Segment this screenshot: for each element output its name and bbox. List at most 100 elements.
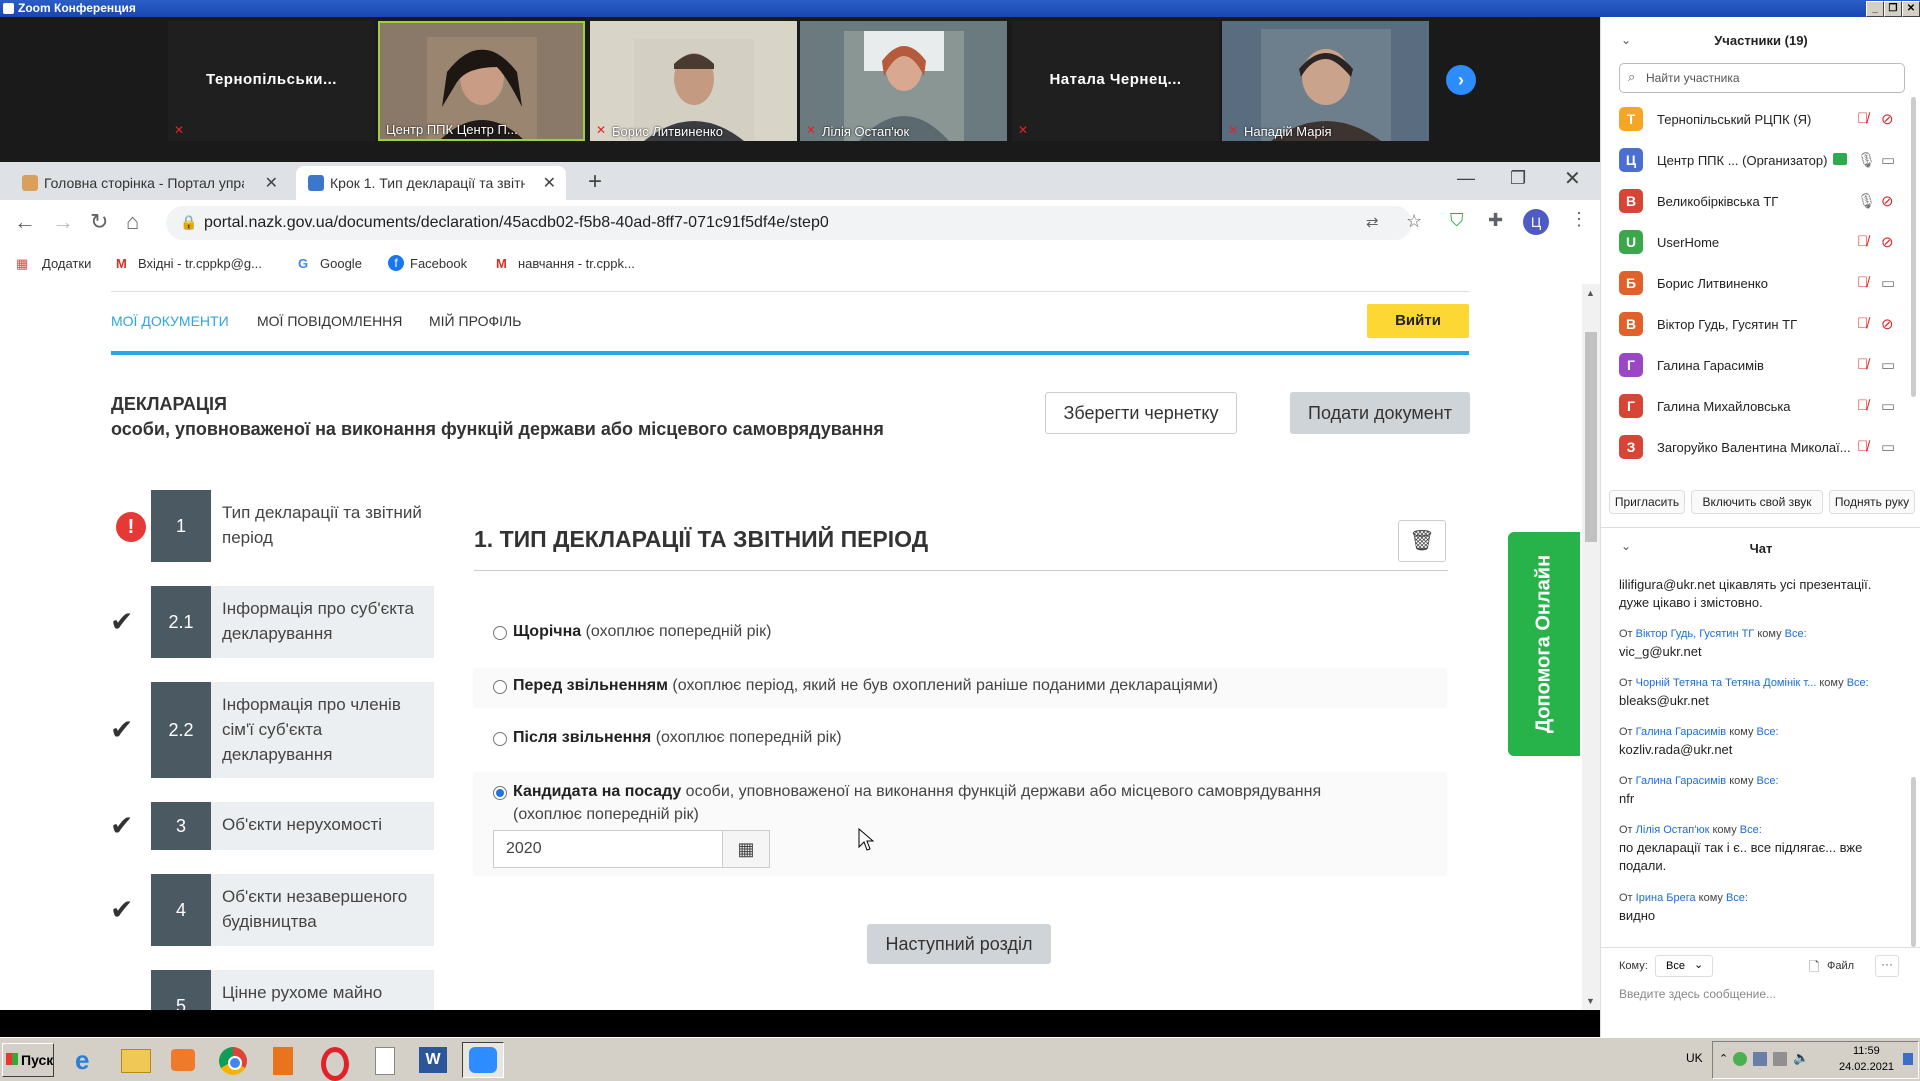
video-off-icon[interactable]: ⊘ (1881, 315, 1894, 333)
taskbar-notepad-icon[interactable] (362, 1042, 404, 1078)
step-2-2[interactable]: ✔ 2.2 Інформація про членів сім'ї суб'єк… (110, 682, 434, 778)
start-button[interactable]: Пуск (2, 1043, 54, 1077)
new-tab-button[interactable]: + (588, 168, 602, 196)
participant-row[interactable]: В Віктор Гудь, Гусятин ТГ 🎙̸ ⊘ (1601, 305, 1920, 346)
radio-annual[interactable] (493, 626, 507, 640)
trash-icon[interactable]: 🗑 (1398, 520, 1446, 562)
help-online-tab[interactable]: Допомога Онлайн (1508, 532, 1580, 756)
nav-my-documents[interactable]: МОЇ ДОКУМЕНТИ (111, 313, 229, 329)
scroll-up-icon[interactable]: ▲ (1586, 288, 1595, 298)
video-off-icon[interactable]: ⊘ (1881, 233, 1894, 251)
video-tile-4[interactable]: ✕ Лілія Остап'юк (800, 21, 1007, 141)
option-candidate[interactable]: Кандидата на посаду особи, уповноваженої… (473, 772, 1447, 876)
video-icon[interactable]: ▭ (1881, 274, 1895, 292)
step-4[interactable]: ✔ 4 Об'єкти незавершеного будівництва (110, 874, 434, 946)
option-before-dismissal[interactable]: Перед звільненням (охоплює період, який … (473, 668, 1447, 708)
restore-button[interactable]: ❐ (1884, 1, 1902, 17)
file-icon[interactable]: 🗋 (1809, 958, 1819, 980)
chat-input[interactable]: Введите здесь сообщение... (1619, 987, 1776, 1001)
minimize-button[interactable]: _ (1866, 1, 1884, 17)
home-icon[interactable]: ⌂ (126, 211, 139, 233)
next-videos-button[interactable]: › (1446, 65, 1476, 95)
bookmark-google[interactable]: Google (320, 256, 362, 271)
tray-expand-icon[interactable]: ⌃ (1719, 1052, 1728, 1065)
clock-date[interactable]: 24.02.2021 (1839, 1061, 1894, 1073)
bookmark-apps[interactable]: Додатки (42, 256, 91, 271)
video-off-icon[interactable]: ⊘ (1881, 192, 1894, 210)
taskbar-ie-icon[interactable]: e (66, 1042, 108, 1078)
taskbar-chrome-icon[interactable] (212, 1042, 254, 1078)
muted-mic-icon[interactable]: 🎙̸ (1857, 110, 1868, 127)
address-bar[interactable]: 🔒 portal.nazk.gov.ua/documents/declarati… (166, 206, 1422, 240)
tab-step1[interactable]: Крок 1. Тип декларації та звітн ✕ (296, 166, 566, 200)
radio-before-dismissal[interactable] (493, 680, 507, 694)
participant-row[interactable]: T Тернопільський РЦПК (Я) 🎙̸ ⊘ (1601, 100, 1920, 141)
video-tile-3[interactable]: ✕ Борис Литвиненко (590, 21, 797, 141)
clock-time[interactable]: 11:59 (1853, 1045, 1880, 1057)
taskbar-media-icon[interactable] (162, 1042, 204, 1078)
close-tab-icon[interactable]: ✕ (265, 173, 278, 193)
tray-volume-icon[interactable]: 🔈 (1793, 1050, 1809, 1066)
forward-icon[interactable]: → (52, 211, 74, 233)
scroll-down-icon[interactable]: ▼ (1586, 996, 1595, 1006)
invite-button[interactable]: Пригласить (1609, 490, 1685, 514)
sender-name[interactable]: Галина Гарасимів (1636, 726, 1726, 738)
exit-button[interactable]: Вийти (1367, 304, 1469, 338)
bookmark-inbox[interactable]: Вхідні - tr.cppkp@g... (138, 256, 262, 271)
bookmark-facebook[interactable]: Facebook (410, 256, 467, 271)
raise-hand-button[interactable]: Поднять руку (1829, 490, 1915, 514)
video-tile-2[interactable]: Центр ППК Центр П... (378, 21, 585, 141)
taskbar-opera-icon[interactable] (312, 1042, 354, 1081)
video-icon[interactable]: ▭ (1881, 151, 1895, 169)
sender-name[interactable]: Ірина Брега (1636, 892, 1696, 904)
taskbar-explorer-icon[interactable] (114, 1042, 156, 1078)
recipient-select[interactable]: Все ⌄ (1655, 955, 1713, 977)
radio-after-dismissal[interactable] (493, 732, 507, 746)
video-off-icon[interactable]: ⊘ (1881, 110, 1894, 128)
shield-extension-icon[interactable]: ⛉ (1450, 210, 1464, 231)
window-minimize-button[interactable]: — (1457, 168, 1475, 189)
participant-row[interactable]: Г Галина Михайловська 🎙̸ ▭ (1601, 387, 1920, 428)
reload-icon[interactable]: ↻ (90, 211, 108, 233)
muted-mic-icon[interactable]: 🎙̸ (1857, 233, 1868, 250)
participant-search-input[interactable]: ⌕ Найти участника (1619, 63, 1905, 93)
sender-name[interactable]: Віктор Гудь, Гусятин ТГ (1636, 628, 1755, 640)
more-options-icon[interactable]: ··· (1875, 955, 1899, 977)
close-button[interactable]: ✕ (1902, 1, 1920, 17)
menu-kebab-icon[interactable]: ⋮ (1570, 209, 1588, 230)
muted-mic-icon[interactable]: 🎙̸ (1857, 438, 1868, 455)
step-2-1[interactable]: ✔ 2.1 Інформація про суб'єкта декларуван… (110, 586, 434, 658)
option-annual[interactable]: Щорічна (охоплює попередній рік) (473, 616, 1447, 656)
nav-my-profile[interactable]: МІЙ ПРОФІЛЬ (429, 313, 521, 329)
participant-row[interactable]: Б Борис Литвиненко 🎙̸ ▭ (1601, 264, 1920, 305)
window-close-button[interactable]: ✕ (1564, 166, 1581, 191)
translate-icon[interactable]: ⇄ (1366, 213, 1379, 231)
video-icon[interactable]: ▭ (1881, 356, 1895, 374)
taskbar-zoom-icon[interactable] (462, 1042, 504, 1078)
next-section-button[interactable]: Наступний розділ (867, 924, 1051, 964)
submit-document-button[interactable]: Подати документ (1290, 392, 1470, 434)
participant-row[interactable]: В Великобірківська ТГ 🎙 ⊘ (1601, 182, 1920, 223)
step-5[interactable]: ✔ 5 Цінне рухоме майно (110, 970, 434, 1010)
video-icon[interactable]: ▭ (1881, 438, 1895, 456)
file-button[interactable]: Файл (1827, 960, 1854, 972)
taskbar-acrobat-icon[interactable] (262, 1042, 304, 1078)
tray-app-icon[interactable] (1733, 1052, 1747, 1066)
video-icon[interactable]: ▭ (1881, 397, 1895, 415)
language-indicator[interactable]: UK (1686, 1051, 1703, 1065)
video-tile-6[interactable]: ✕ Нападій Марія (1222, 21, 1429, 141)
scroll-thumb[interactable] (1585, 332, 1597, 542)
sender-name[interactable]: Галина Гарасимів (1636, 775, 1726, 787)
year-input[interactable]: 2020 (493, 830, 723, 868)
muted-mic-icon[interactable]: 🎙̸ (1857, 356, 1868, 373)
muted-mic-icon[interactable]: 🎙̸ (1857, 315, 1868, 332)
sender-name[interactable]: Чорній Тетяна та Тетяна Домінік т... (1636, 677, 1817, 689)
muted-mic-icon[interactable]: 🎙̸ (1857, 274, 1868, 291)
tray-network-icon[interactable] (1753, 1052, 1767, 1066)
taskbar-word-icon[interactable]: W (412, 1042, 454, 1078)
unmute-button[interactable]: Включить свой звук (1691, 490, 1823, 514)
tab-home[interactable]: Головна сторінка - Портал упра ✕ (10, 166, 288, 200)
participant-row[interactable]: З Загоруйко Валентина Миколаї... 🎙̸ ▭ (1601, 428, 1920, 469)
step-3[interactable]: ✔ 3 Об'єкти нерухомості (110, 802, 434, 850)
chat-scrollbar[interactable] (1911, 777, 1916, 947)
